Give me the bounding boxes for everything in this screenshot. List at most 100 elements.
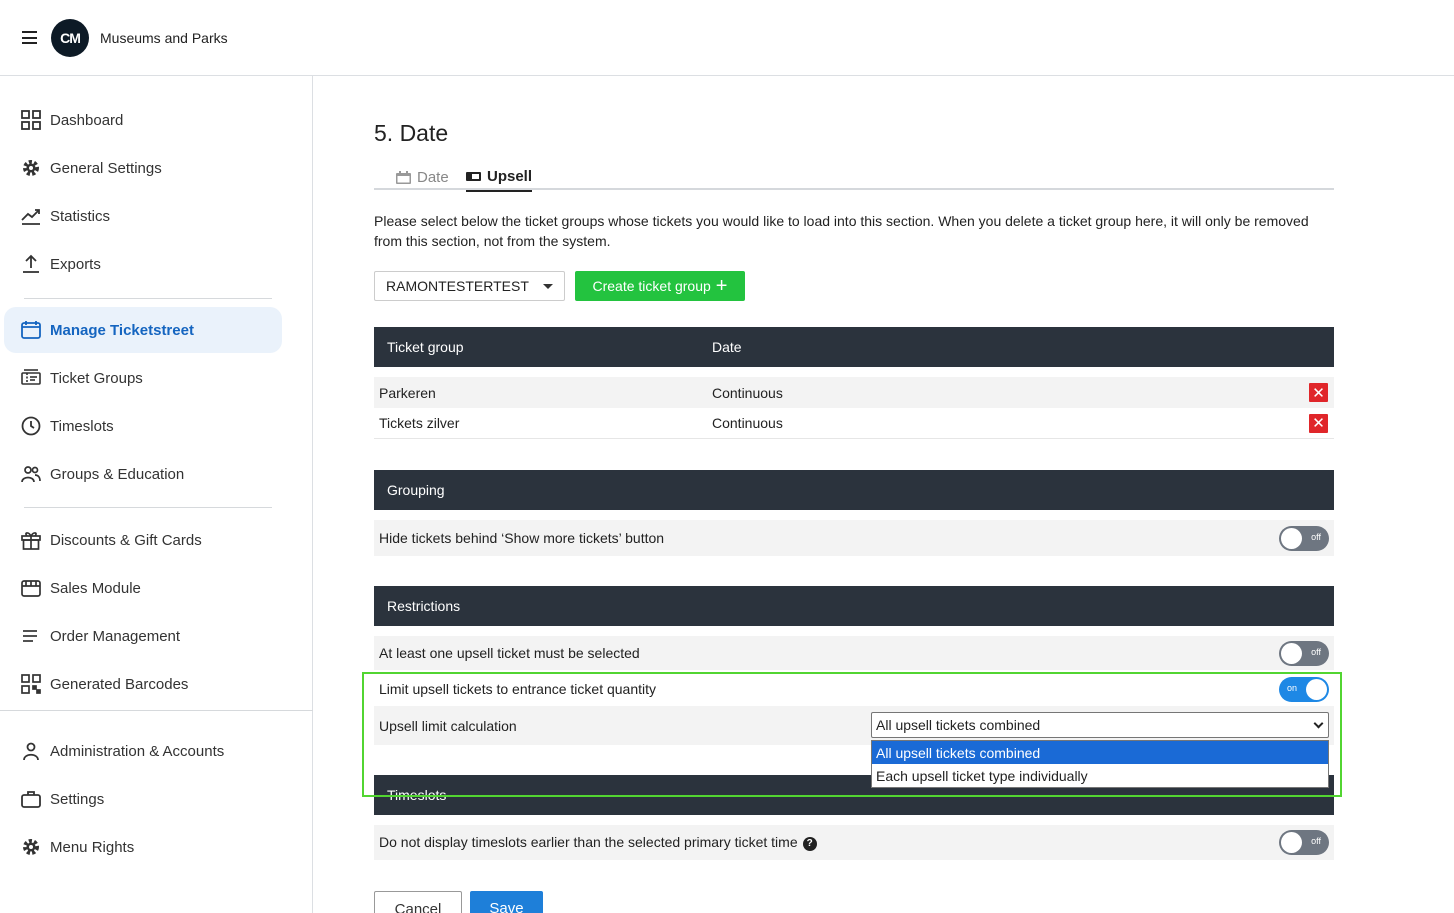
sidebar-item-label: Order Management xyxy=(50,627,181,645)
upsell-limit-calculation-select[interactable]: All upsell tickets combined xyxy=(871,712,1329,738)
table-row: Parkeren Continuous ✕ xyxy=(374,377,1334,408)
people-icon xyxy=(20,464,41,485)
tab-label: Date xyxy=(417,169,449,186)
sidebar-item-general-settings[interactable]: General Settings xyxy=(4,145,282,191)
setting-label: At least one upsell ticket must be selec… xyxy=(379,645,640,661)
ticket-icon xyxy=(20,368,41,389)
ticket-group-name: Parkeren xyxy=(379,384,436,401)
ticket-group-select-value: RAMONTESTERTEST xyxy=(386,278,529,294)
section-title: Timeslots xyxy=(387,787,447,803)
calendar-window-icon xyxy=(20,320,41,341)
sidebar-divider xyxy=(24,507,272,508)
trend-chart-icon xyxy=(20,206,41,227)
upload-icon xyxy=(20,254,41,275)
sidebar-item-label: Sales Module xyxy=(50,579,141,597)
save-button[interactable]: Save xyxy=(470,891,543,913)
page-title: 5. Date xyxy=(374,120,449,146)
sidebar: Dashboard General Settings Statistics Ex… xyxy=(0,76,313,913)
caret-down-icon xyxy=(543,284,553,289)
select-value: All upsell tickets combined xyxy=(876,717,1041,733)
sidebar-item-label: Discounts & Gift Cards xyxy=(50,531,202,549)
sidebar-item-order-management[interactable]: Order Management xyxy=(4,613,282,659)
sidebar-item-label: Manage Ticketstreet xyxy=(50,321,194,339)
at-least-one-toggle[interactable]: off xyxy=(1279,640,1329,666)
upsell-limit-calculation-options: All upsell tickets combined Each upsell … xyxy=(871,740,1329,788)
tab-upsell[interactable]: Upsell xyxy=(466,165,533,192)
gear-icon xyxy=(20,158,41,179)
sidebar-item-label: Groups & Education xyxy=(50,465,185,483)
sidebar-item-generated-barcodes[interactable]: Generated Barcodes xyxy=(4,661,282,707)
ticket-group-date: Continuous xyxy=(712,384,783,401)
ticket-group-date: Continuous xyxy=(712,415,783,431)
section-description: Please select below the ticket groups wh… xyxy=(374,213,1309,249)
grouping-header: Grouping xyxy=(374,470,1334,510)
sidebar-item-label: Dashboard xyxy=(50,111,124,129)
sidebar-item-label: Generated Barcodes xyxy=(50,675,189,693)
briefcase-icon xyxy=(20,789,41,810)
ticket-group-name: Tickets zilver xyxy=(379,415,460,431)
option-all-combined[interactable]: All upsell tickets combined xyxy=(872,741,1328,764)
sidebar-item-label: Settings xyxy=(50,790,105,808)
clock-icon xyxy=(20,416,41,437)
sidebar-item-label: General Settings xyxy=(50,159,162,177)
sidebar-item-label: Statistics xyxy=(50,207,111,225)
gear-icon xyxy=(20,837,41,858)
column-header-date: Date xyxy=(712,339,742,355)
sidebar-item-label: Timeslots xyxy=(50,417,114,435)
cancel-button[interactable]: Cancel xyxy=(374,891,462,913)
column-header-ticket-group: Ticket group xyxy=(387,339,464,355)
sidebar-item-manage-ticketstreet[interactable]: Manage Ticketstreet xyxy=(4,307,282,353)
setting-row-earlier-timeslots: Do not display timeslots earlier than th… xyxy=(374,825,1334,860)
table-row: Tickets zilver Continuous ✕ xyxy=(374,408,1334,439)
sidebar-divider xyxy=(0,710,313,711)
list-icon xyxy=(20,626,41,647)
restrictions-header: Restrictions xyxy=(374,586,1334,626)
sidebar-item-sales-module[interactable]: Sales Module xyxy=(4,565,282,611)
section-title: Grouping xyxy=(387,482,445,498)
create-ticket-group-label: Create ticket group xyxy=(592,278,711,294)
register-icon xyxy=(20,578,41,599)
hide-tickets-toggle[interactable]: off xyxy=(1279,525,1329,551)
help-icon[interactable]: ? xyxy=(802,836,817,851)
delete-icon[interactable]: ✕ xyxy=(1309,413,1328,433)
top-bar: CM Museums and Parks xyxy=(0,0,1454,76)
sidebar-item-label: Administration & Accounts xyxy=(50,742,225,760)
ticket-group-select[interactable]: RAMONTESTERTEST xyxy=(374,271,565,301)
cm-logo[interactable]: CM xyxy=(51,19,89,57)
setting-row-at-least-one: At least one upsell ticket must be selec… xyxy=(374,636,1334,670)
sidebar-item-timeslots[interactable]: Timeslots xyxy=(4,403,282,449)
sidebar-item-settings[interactable]: Settings xyxy=(4,776,282,822)
sidebar-item-groups-education[interactable]: Groups & Education xyxy=(4,451,282,497)
setting-row-hide-tickets: Hide tickets behind ‘Show more tickets’ … xyxy=(374,520,1334,556)
sidebar-item-label: Exports xyxy=(50,255,101,273)
sidebar-item-dashboard[interactable]: Dashboard xyxy=(4,97,282,143)
plus-icon: + xyxy=(715,275,728,297)
create-ticket-group-button[interactable]: Create ticket group + xyxy=(575,271,745,301)
tab-date[interactable]: Date xyxy=(396,165,449,190)
organization-name: Museums and Parks xyxy=(100,30,228,46)
setting-label: Do not display timeslots earlier than th… xyxy=(379,834,817,851)
setting-label: Limit upsell tickets to entrance ticket … xyxy=(379,681,657,697)
chevron-down-icon xyxy=(1313,718,1324,729)
sidebar-item-administration-accounts[interactable]: Administration & Accounts xyxy=(4,728,282,774)
ticket-table-header: Ticket group Date xyxy=(374,327,1334,367)
sidebar-item-label: Ticket Groups xyxy=(50,369,143,387)
sidebar-item-discounts-gift-cards[interactable]: Discounts & Gift Cards xyxy=(4,517,282,563)
hamburger-menu-icon[interactable] xyxy=(22,31,37,44)
ticket-icon xyxy=(466,172,481,181)
sidebar-item-menu-rights[interactable]: Menu Rights xyxy=(4,824,282,870)
option-each-individually[interactable]: Each upsell ticket type individually xyxy=(872,764,1328,787)
tab-bar: Date Upsell xyxy=(374,163,1334,192)
tab-label: Upsell xyxy=(487,168,533,185)
sidebar-item-ticket-groups[interactable]: Ticket Groups xyxy=(4,355,282,401)
delete-icon[interactable]: ✕ xyxy=(1309,383,1328,402)
section-title: Restrictions xyxy=(387,598,461,614)
sidebar-item-exports[interactable]: Exports xyxy=(4,241,282,287)
earlier-timeslots-toggle[interactable]: off xyxy=(1279,830,1329,855)
limit-upsell-toggle[interactable]: on xyxy=(1279,676,1329,702)
grid-icon xyxy=(20,110,41,131)
setting-label: Hide tickets behind ‘Show more tickets’ … xyxy=(379,530,665,546)
sidebar-item-statistics[interactable]: Statistics xyxy=(4,193,282,239)
setting-row-limit-upsell: Limit upsell tickets to entrance ticket … xyxy=(374,672,1334,706)
setting-label: Upsell limit calculation xyxy=(379,717,517,734)
